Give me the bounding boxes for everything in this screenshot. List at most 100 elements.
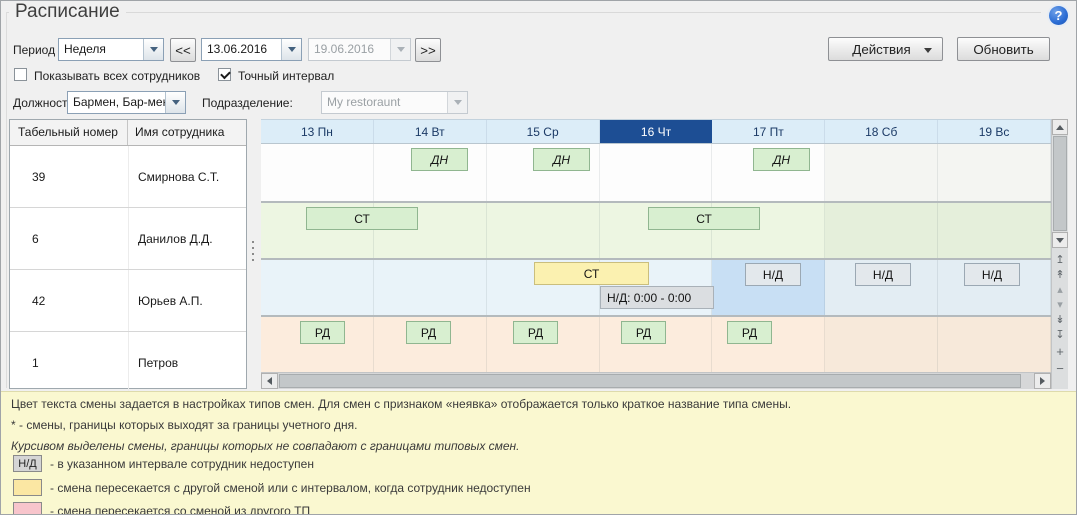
department-label: Подразделение: <box>202 96 293 110</box>
day-header[interactable]: 14 Вт <box>374 120 487 143</box>
day-cell[interactable] <box>600 144 713 201</box>
unavailable-interval-badge[interactable]: Н/Д: 0:00 - 0:00 <box>600 286 714 309</box>
shift-badge[interactable]: ДН <box>533 148 590 171</box>
shift-badge[interactable]: ДН <box>753 148 810 171</box>
chevron-down-icon <box>924 48 932 53</box>
shift-badge[interactable]: СТ <box>648 207 760 230</box>
schedule-row: ДН ДН ДН <box>261 144 1051 201</box>
employee-name: Смирнова С.Т. <box>128 146 246 207</box>
panel-splitter[interactable] <box>250 241 256 267</box>
shift-badge[interactable]: РД <box>621 321 666 344</box>
scroll-up-icon[interactable] <box>1052 119 1068 135</box>
scroll-right-icon[interactable] <box>1034 373 1051 389</box>
legend-note-asterisk: * - смены, границы которых выходят за гр… <box>11 418 357 432</box>
day-cell[interactable] <box>261 144 374 201</box>
chevron-down-icon[interactable] <box>281 39 301 60</box>
period-value: Неделя <box>59 39 143 60</box>
legend-item-label: - в указанном интервале сотрудник недост… <box>50 457 314 471</box>
help-icon[interactable]: ? <box>1049 6 1068 25</box>
chevron-down-icon[interactable] <box>143 39 163 60</box>
shift-badge[interactable]: РД <box>406 321 451 344</box>
day-cell[interactable] <box>374 260 487 315</box>
actions-button[interactable]: Действия <box>828 37 943 61</box>
day-cell-weekend[interactable] <box>938 203 1051 258</box>
date-from-value: 13.06.2016 <box>202 39 281 60</box>
unavailable-badge[interactable]: Н/Д <box>964 263 1020 286</box>
next-week-button[interactable]: >> <box>415 38 441 62</box>
shift-badge[interactable]: РД <box>300 321 345 344</box>
day-header[interactable]: 15 Ср <box>487 120 600 143</box>
page-down-icon[interactable]: ↡ <box>1052 313 1068 327</box>
shift-badge[interactable]: ДН <box>411 148 468 171</box>
shift-badge[interactable]: РД <box>727 321 772 344</box>
employee-name: Юрьев А.П. <box>128 270 246 331</box>
day-cell-weekend[interactable] <box>938 317 1051 372</box>
refresh-button[interactable]: Обновить <box>957 37 1050 61</box>
day-cell[interactable] <box>261 260 374 315</box>
department-value: My restoraunt <box>322 92 447 113</box>
day-cell[interactable] <box>487 203 600 258</box>
schedule-row: СТ Н/Д: 0:00 - 0:00 Н/Д Н/Д Н/Д <box>261 258 1051 315</box>
date-to-select: 19.06.2016 <box>308 38 411 61</box>
show-all-employees-label[interactable]: Показывать всех сотрудников <box>34 69 200 83</box>
page-up-icon[interactable]: ↟ <box>1052 268 1068 282</box>
step-up-icon[interactable]: ▴ <box>1052 283 1068 297</box>
day-header[interactable]: 18 Сб <box>825 120 938 143</box>
employee-table-header: Табельный номер Имя сотрудника <box>10 120 246 146</box>
day-header-selected[interactable]: 16 Чт <box>600 120 713 143</box>
exact-interval-checkbox[interactable] <box>218 68 231 81</box>
shift-badge[interactable]: СТ <box>306 207 418 230</box>
zoom-out-icon[interactable]: − <box>1052 362 1068 376</box>
horizontal-scrollbar-thumb[interactable] <box>279 374 1021 388</box>
employee-name: Петров <box>128 332 246 393</box>
table-row[interactable]: 6 Данилов Д.Д. <box>10 208 246 270</box>
help-glyph: ? <box>1055 8 1063 23</box>
unavailable-badge[interactable]: Н/Д <box>745 263 801 286</box>
legend-swatch-unavailable: Н/Д <box>13 455 42 472</box>
legend-note-color: Цвет текста смены задается в настройках … <box>11 397 791 411</box>
day-header[interactable]: 17 Пт <box>712 120 825 143</box>
table-row[interactable]: 1 Петров <box>10 332 246 394</box>
shift-badge[interactable]: РД <box>513 321 558 344</box>
show-all-employees-checkbox[interactable] <box>14 68 27 81</box>
legend-swatch-conflict <box>13 479 42 496</box>
vertical-scrollbar[interactable]: ↥ ↟ ▴ ▾ ↡ ↧ + − <box>1051 119 1068 389</box>
employee-id: 39 <box>10 170 128 184</box>
period-select[interactable]: Неделя <box>58 38 164 61</box>
employee-id: 1 <box>10 356 128 370</box>
legend-item-label: - смена пересекается со сменой из другог… <box>50 504 310 515</box>
day-cell-weekend[interactable] <box>825 317 938 372</box>
day-cell-weekend[interactable] <box>938 144 1051 201</box>
chevron-down-icon <box>390 39 410 60</box>
table-row[interactable]: 42 Юрьев А.П. <box>10 270 246 332</box>
zoom-in-icon[interactable]: + <box>1052 345 1068 359</box>
groupbox-border-left <box>6 12 7 388</box>
day-header[interactable]: 19 Вс <box>938 120 1051 143</box>
vertical-scrollbar-thumb[interactable] <box>1053 136 1067 231</box>
day-header-row: 13 Пн 14 Вт 15 Ср 16 Чт 17 Пт 18 Сб 19 В… <box>261 119 1051 144</box>
period-label: Период <box>13 43 55 57</box>
day-cell-weekend[interactable] <box>825 144 938 201</box>
day-cell-weekend[interactable] <box>825 203 938 258</box>
day-header[interactable]: 13 Пн <box>261 120 374 143</box>
scroll-to-top-icon[interactable]: ↥ <box>1052 253 1068 267</box>
position-select[interactable]: Бармен, Бар-мене... <box>67 91 186 114</box>
page-title: Расписание <box>9 1 126 23</box>
unavailable-badge[interactable]: Н/Д <box>855 263 911 286</box>
scroll-to-bottom-icon[interactable]: ↧ <box>1052 328 1068 342</box>
employee-id: 42 <box>10 294 128 308</box>
prev-week-button[interactable]: << <box>170 38 196 62</box>
scroll-down-icon[interactable] <box>1052 232 1068 248</box>
schedule-row: СТ СТ <box>261 201 1051 258</box>
table-row[interactable]: 39 Смирнова С.Т. <box>10 146 246 208</box>
column-header-id: Табельный номер <box>10 120 128 145</box>
date-from-select[interactable]: 13.06.2016 <box>201 38 302 61</box>
employee-name: Данилов Д.Д. <box>128 208 246 269</box>
groupbox-border <box>6 12 1041 13</box>
exact-interval-label[interactable]: Точный интервал <box>238 69 334 83</box>
scroll-left-icon[interactable] <box>261 373 278 389</box>
chevron-down-icon[interactable] <box>165 92 185 113</box>
horizontal-scrollbar[interactable] <box>261 372 1051 389</box>
step-down-icon[interactable]: ▾ <box>1052 298 1068 312</box>
shift-badge-conflict[interactable]: СТ <box>534 262 649 285</box>
